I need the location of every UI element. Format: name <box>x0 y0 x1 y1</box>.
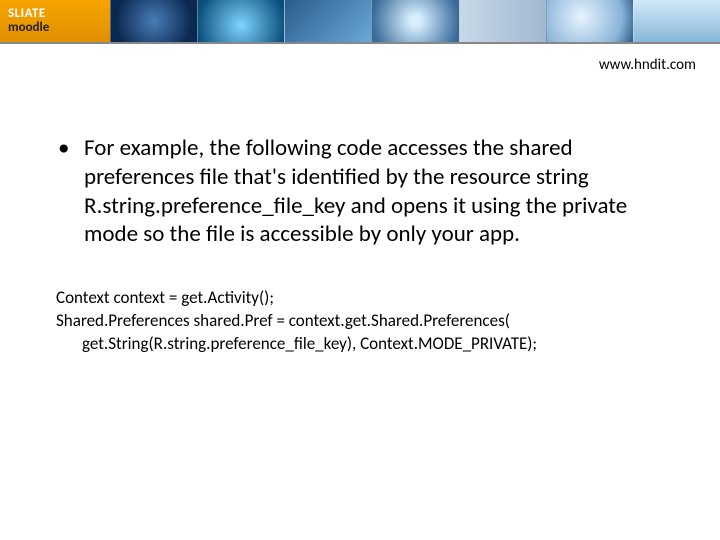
code-line: Shared.Preferences shared.Pref = context… <box>56 310 664 333</box>
banner-image-strip <box>110 0 720 42</box>
slide-content: • For example, the following code access… <box>0 74 720 356</box>
bullet-text: For example, the following code accesses… <box>84 134 664 249</box>
site-logo: SLIATE moodle <box>0 0 110 42</box>
banner-image <box>459 0 546 42</box>
logo-line2: moodle <box>8 21 110 35</box>
site-url: www.hndit.com <box>0 44 720 74</box>
banner-image <box>633 0 720 42</box>
banner-image <box>110 0 197 42</box>
bullet-marker: • <box>56 134 84 249</box>
header-banner: SLIATE moodle <box>0 0 720 44</box>
code-line: get.String(R.string.preference_file_key)… <box>56 333 664 356</box>
logo-line1: SLIATE <box>8 7 110 21</box>
code-line: Context context = get.Activity(); <box>56 287 274 308</box>
code-block: Context context = get.Activity(); Shared… <box>56 287 664 356</box>
banner-image <box>546 0 633 42</box>
banner-image <box>284 0 371 42</box>
bullet-item: • For example, the following code access… <box>56 134 664 249</box>
banner-image <box>197 0 284 42</box>
banner-image <box>371 0 458 42</box>
